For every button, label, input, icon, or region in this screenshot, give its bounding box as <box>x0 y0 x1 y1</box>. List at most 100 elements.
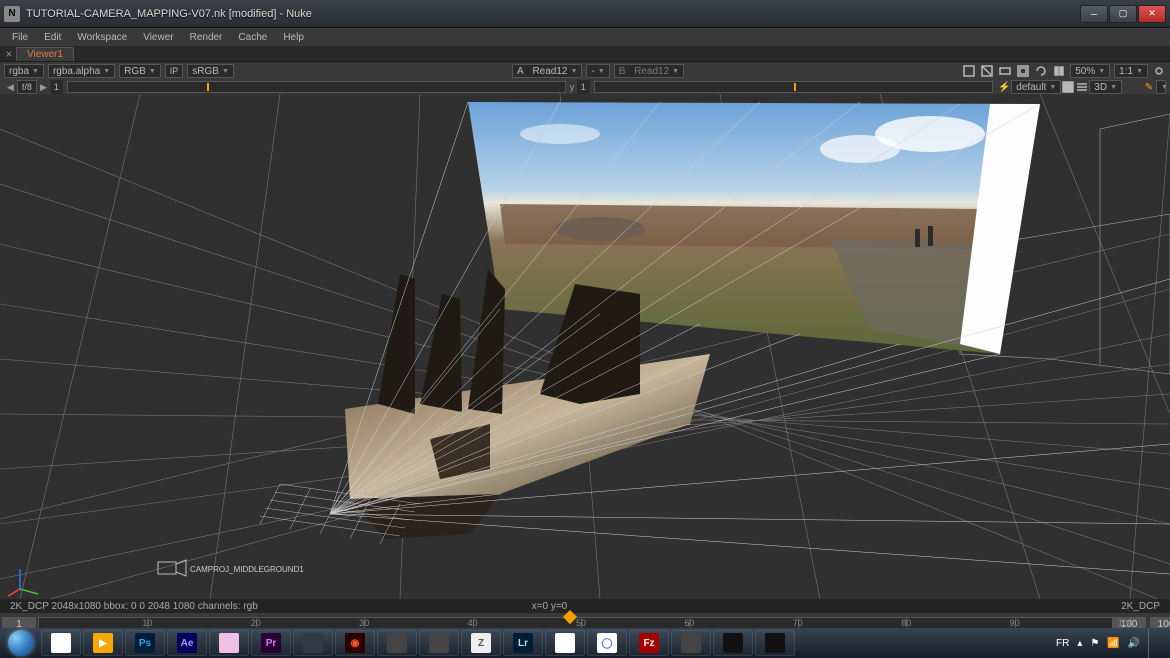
view-wire-icon[interactable] <box>1075 80 1089 94</box>
app-icon: N <box>4 6 20 22</box>
ip-button[interactable]: IP <box>165 64 184 78</box>
b-node: Read12 <box>634 66 669 77</box>
next-frame-icon[interactable]: ▶ <box>37 82 50 93</box>
pause-icon[interactable] <box>1052 64 1066 78</box>
view-shaded-icon[interactable] <box>1061 80 1075 94</box>
overscan-icon[interactable] <box>1016 64 1030 78</box>
status-format: 2K_DCP 2048x1080 bbox: 0 0 2048 1080 cha… <box>10 601 258 612</box>
view-default-selector[interactable]: default▼ <box>1011 80 1061 94</box>
viewport-3d[interactable]: CAMPROJ_MIDDLEGROUND1 <box>0 94 1170 599</box>
lut-label: sRGB <box>192 66 219 77</box>
camera-lock-selector[interactable]: ▼ <box>1156 80 1166 94</box>
fstop-field[interactable]: f/8 <box>17 80 37 94</box>
maximize-button[interactable]: ▢ <box>1109 5 1137 23</box>
display-label: RGB <box>124 66 146 77</box>
zoom-label: 50% <box>1075 66 1095 77</box>
default-label: default <box>1016 82 1046 93</box>
gamma-label: y <box>570 82 575 92</box>
taskbar-app-icon[interactable] <box>545 630 585 656</box>
close-button[interactable]: ✕ <box>1138 5 1166 23</box>
b-label: B <box>619 66 626 77</box>
ratio-label: 1:1 <box>1119 66 1133 77</box>
window-title: TUTORIAL-CAMERA_MAPPING-V07.nk [modified… <box>26 8 1079 20</box>
gamma-slider[interactable] <box>594 81 994 93</box>
volume-icon[interactable]: 🔊 <box>1128 638 1140 649</box>
menu-edit[interactable]: Edit <box>36 32 69 43</box>
taskbar-app-icon[interactable]: Fz <box>629 630 669 656</box>
gpu-icon[interactable]: ⚡ <box>997 80 1011 94</box>
exposure-slider[interactable] <box>67 81 566 93</box>
taskbar-app-icon[interactable]: Ps <box>125 630 165 656</box>
taskbar-app-icon[interactable] <box>41 630 81 656</box>
taskbar-app-icon[interactable] <box>671 630 711 656</box>
lut-selector[interactable]: sRGB▼ <box>187 64 234 78</box>
taskbar-app-icon[interactable] <box>293 630 333 656</box>
menubar: File Edit Workspace Viewer Render Cache … <box>0 28 1170 46</box>
show-desktop-button[interactable] <box>1148 628 1160 658</box>
prev-frame-icon[interactable]: ◀ <box>4 82 17 93</box>
taskbar-app-icon[interactable]: Z <box>461 630 501 656</box>
timeline-tick-label: 50 <box>576 618 586 628</box>
viewer-tab[interactable]: Viewer1 <box>16 47 74 61</box>
start-button[interactable] <box>2 628 40 658</box>
gear-icon[interactable] <box>1152 64 1166 78</box>
status-right-format: 2K_DCP <box>1121 601 1160 612</box>
ratio-selector[interactable]: 1:1▼ <box>1114 64 1148 78</box>
tray-arrow-icon[interactable]: ▴ <box>1077 638 1082 649</box>
mode3d-label: 3D <box>1094 82 1107 93</box>
window-controls: ─ ▢ ✕ <box>1079 5 1166 23</box>
lock-icon[interactable]: ✎ <box>1142 80 1156 94</box>
lang-indicator[interactable]: FR <box>1056 638 1069 649</box>
viewmode-selector[interactable]: 3D▼ <box>1089 80 1122 94</box>
clip-warning-icon[interactable] <box>962 64 976 78</box>
taskbar: ▶PsAe Pr ◉ ZLr ◯Fz FR ▴ ⚑ 📶 🔊 <box>0 628 1170 658</box>
scene-canvas: CAMPROJ_MIDDLEGROUND1 <box>0 94 1170 599</box>
display-selector[interactable]: RGB▼ <box>119 64 161 78</box>
flag-icon[interactable]: ⚑ <box>1090 638 1099 649</box>
taskbar-app-icon[interactable]: ◯ <box>587 630 627 656</box>
alpha-selector[interactable]: rgba.alpha▼ <box>48 64 115 78</box>
network-icon[interactable]: 📶 <box>1107 638 1119 649</box>
menu-help[interactable]: Help <box>275 32 312 43</box>
taskbar-app-icon[interactable] <box>419 630 459 656</box>
a-buffer-selector[interactable]: A Read12▼ <box>512 64 582 78</box>
viewer-top-controls: rgba▼ rgba.alpha▼ RGB▼ IP sRGB▼ A Read12… <box>0 62 1170 80</box>
taskbar-app-icon[interactable] <box>209 630 249 656</box>
a-node: Read12 <box>532 66 567 77</box>
zoom-selector[interactable]: 50%▼ <box>1070 64 1110 78</box>
taskbar-app-icon[interactable] <box>755 630 795 656</box>
timeline-tick-label: 100 <box>1118 618 1133 628</box>
menu-render[interactable]: Render <box>182 32 231 43</box>
status-bar: 2K_DCP 2048x1080 bbox: 0 0 2048 1080 cha… <box>0 599 1170 613</box>
menu-workspace[interactable]: Workspace <box>69 32 135 43</box>
taskbar-app-icon[interactable]: Ae <box>167 630 207 656</box>
menu-viewer[interactable]: Viewer <box>135 32 181 43</box>
projection-card <box>468 102 1040 354</box>
taskbar-app-icon[interactable] <box>377 630 417 656</box>
taskbar-app-icon[interactable]: ▶ <box>83 630 123 656</box>
wipe-selector[interactable]: -▼ <box>586 64 609 78</box>
timeline-tick-label: 40 <box>468 618 478 628</box>
a-label: A <box>517 66 524 77</box>
taskbar-app-icon[interactable]: ◉ <box>335 630 375 656</box>
camera-label: CAMPROJ_MIDDLEGROUND1 <box>190 565 304 574</box>
menu-file[interactable]: File <box>4 32 36 43</box>
proxy-icon[interactable] <box>998 64 1012 78</box>
refresh-icon[interactable] <box>1034 64 1048 78</box>
gamma-field[interactable]: 1 <box>577 80 590 94</box>
close-pane-button[interactable]: × <box>2 47 16 61</box>
menu-cache[interactable]: Cache <box>230 32 275 43</box>
status-coords: x=0 y=0 <box>532 601 568 612</box>
taskbar-app-icon[interactable]: Lr <box>503 630 543 656</box>
exposure-field[interactable]: 1 <box>50 80 63 94</box>
b-buffer-selector[interactable]: B Read12▼ <box>614 64 684 78</box>
timeline-tick-label: 90 <box>1010 618 1020 628</box>
minimize-button[interactable]: ─ <box>1080 5 1108 23</box>
taskbar-app-icon[interactable] <box>713 630 753 656</box>
timeline-tick-label: 10 <box>142 618 152 628</box>
timeline-tick-label: 70 <box>793 618 803 628</box>
window-titlebar: N TUTORIAL-CAMERA_MAPPING-V07.nk [modifi… <box>0 0 1170 28</box>
roi-icon[interactable] <box>980 64 994 78</box>
taskbar-app-icon[interactable]: Pr <box>251 630 291 656</box>
channel-selector[interactable]: rgba▼ <box>4 64 44 78</box>
